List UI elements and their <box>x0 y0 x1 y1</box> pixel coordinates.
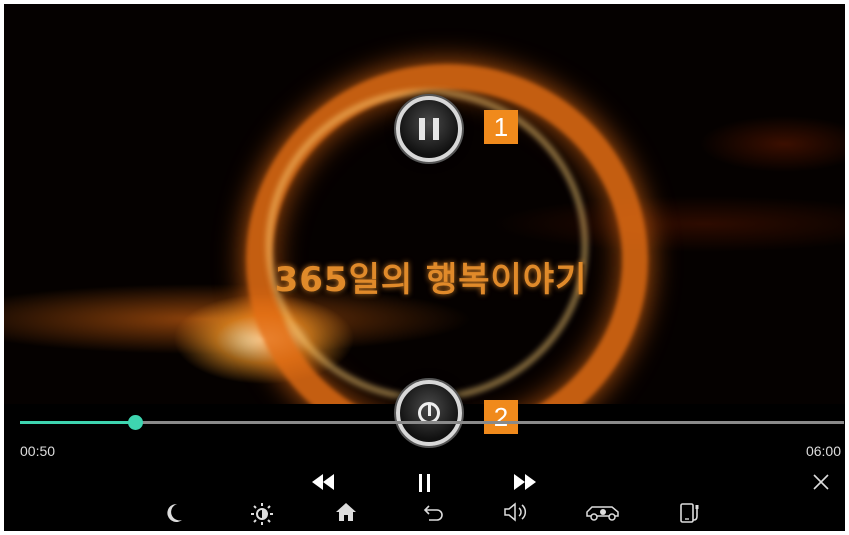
total-time: 06:00 <box>805 443 841 459</box>
back-button[interactable] <box>419 502 449 528</box>
rewind-button[interactable] <box>308 474 338 495</box>
moon-icon <box>164 503 184 529</box>
pause-button-center[interactable] <box>396 96 462 162</box>
current-time: 00:50 <box>20 443 56 459</box>
back-icon <box>423 503 445 527</box>
brightness-button[interactable] <box>247 502 277 528</box>
close-button[interactable] <box>806 474 836 495</box>
fast-forward-button[interactable] <box>510 474 540 495</box>
car-button[interactable] <box>583 502 623 528</box>
car-icon <box>584 503 622 527</box>
pause-icon <box>419 118 439 140</box>
phone-icon <box>678 503 702 531</box>
rewind-icon <box>312 474 334 495</box>
seek-bar[interactable] <box>20 415 844 430</box>
power-button[interactable] <box>396 380 462 446</box>
annotation-badge-1: 1 <box>484 110 518 144</box>
pause-icon-small <box>418 474 432 497</box>
pause-button[interactable] <box>410 474 440 497</box>
brightness-icon <box>250 503 274 531</box>
close-icon <box>813 474 829 495</box>
night-mode-button[interactable] <box>159 502 189 528</box>
video-overlay-title: 365일의 행복이야기 <box>274 260 588 300</box>
seek-bar-progress <box>20 421 135 424</box>
volume-icon <box>503 502 529 527</box>
home-button[interactable] <box>331 502 361 528</box>
home-icon <box>335 503 357 527</box>
volume-button[interactable] <box>501 502 531 528</box>
phone-link-button[interactable] <box>675 502 705 528</box>
video-area[interactable]: 365일의 행복이야기 <box>4 4 845 404</box>
fast-forward-icon <box>514 474 536 495</box>
screen: 365일의 행복이야기 1 2 00:50 06:00 <box>4 4 845 531</box>
annotation-badge-2: 2 <box>484 400 518 434</box>
seek-bar-thumb[interactable] <box>127 415 143 430</box>
